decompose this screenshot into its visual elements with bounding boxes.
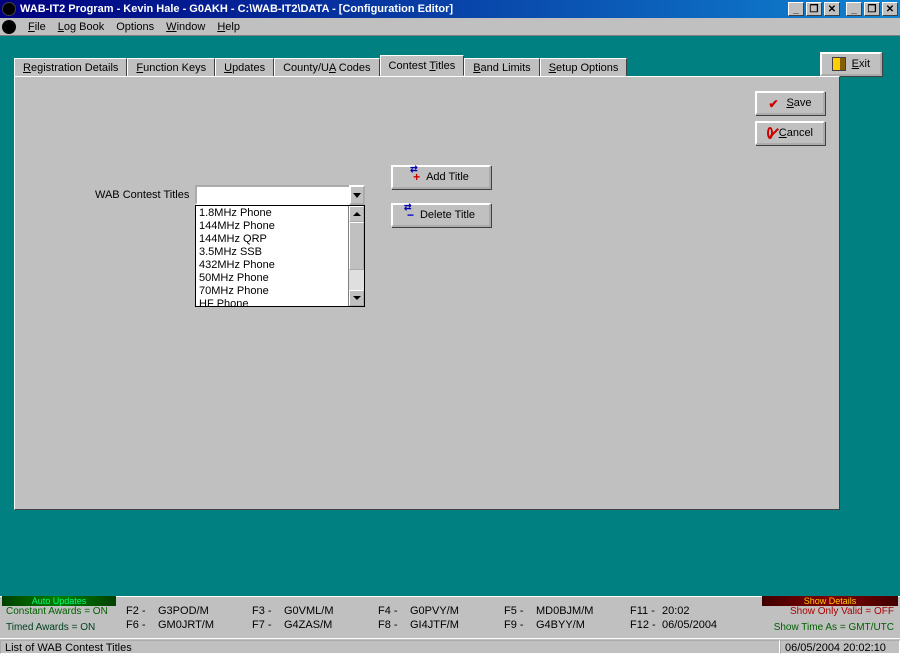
- title-text: WAB-IT2 Program - Kevin Hale - G0AKH - C…: [20, 3, 453, 15]
- dropdown-option[interactable]: 1.8MHz Phone: [197, 207, 347, 220]
- show-only-valid-status: Show Only Valid = OFF: [766, 606, 894, 618]
- status-bar: List of WAB Contest Titles 06/05/2004 20…: [0, 638, 900, 654]
- mdi-close-button[interactable]: ✕: [824, 2, 840, 16]
- scroll-down-button[interactable]: [349, 290, 364, 306]
- dropdown-option[interactable]: 50MHz Phone: [197, 272, 347, 285]
- dropdown-option[interactable]: 144MHz QRP: [197, 233, 347, 246]
- fkey-f2: F2 -G3POD/M: [126, 605, 248, 617]
- door-icon: [832, 57, 846, 71]
- no-entry-icon: [767, 127, 773, 139]
- footer-panel: Auto Updates Constant Awards = ON Timed …: [0, 596, 900, 638]
- fkey-f6: F6 -GM0JRT/M: [126, 619, 248, 631]
- dropdown-option[interactable]: 144MHz Phone: [197, 220, 347, 233]
- exit-button[interactable]: Exit: [820, 52, 882, 76]
- mdi-restore-button[interactable]: ❐: [806, 2, 822, 16]
- add-title-button[interactable]: + Add Title: [391, 165, 491, 189]
- add-icon: +: [413, 170, 420, 184]
- app-window-controls: _ ❐ ✕: [844, 2, 898, 16]
- fkey-f12: F12 -06/05/2004: [630, 619, 752, 631]
- delete-title-button[interactable]: − Delete Title: [391, 203, 491, 227]
- dropdown-option[interactable]: 70MHz Phone: [197, 285, 347, 298]
- fkey-f7: F7 -G4ZAS/M: [252, 619, 374, 631]
- minimize-button[interactable]: _: [846, 2, 862, 16]
- add-title-label: Add Title: [426, 171, 469, 183]
- contest-titles-dropdown: 1.8MHz Phone 144MHz Phone 144MHz QRP 3.5…: [195, 205, 365, 307]
- contest-titles-input[interactable]: [195, 185, 349, 205]
- dropdown-option[interactable]: HF Phone: [197, 298, 347, 307]
- contest-titles-label: WAB Contest Titles: [95, 189, 189, 201]
- show-details-box: Show Details Show Only Valid = OFF Show …: [760, 597, 900, 638]
- scroll-track[interactable]: [349, 222, 364, 290]
- dropdown-scrollbar[interactable]: [348, 206, 364, 306]
- combobox-dropdown-button[interactable]: [349, 185, 365, 205]
- close-button[interactable]: ✕: [882, 2, 898, 16]
- fkey-f4: F4 -G0PVY/M: [378, 605, 500, 617]
- menu-help[interactable]: Help: [211, 19, 246, 35]
- exit-label-rest: xit: [859, 58, 870, 70]
- tab-registration-details[interactable]: Registration Details: [14, 58, 127, 77]
- menu-window[interactable]: Window: [160, 19, 211, 35]
- tab-function-keys[interactable]: Function Keys: [127, 58, 215, 77]
- menu-file[interactable]: File: [22, 19, 52, 35]
- show-time-as-status: Show Time As = GMT/UTC: [766, 622, 894, 634]
- status-datetime: 06/05/2004 20:02:10: [780, 640, 900, 654]
- contest-titles-combobox[interactable]: [195, 185, 365, 205]
- save-button[interactable]: Save: [755, 91, 825, 115]
- show-details-header: Show Details: [762, 596, 898, 606]
- fkey-f3: F3 -G0VML/M: [252, 605, 374, 617]
- app-icon: [2, 2, 16, 16]
- tab-updates[interactable]: Updates: [215, 58, 274, 77]
- status-hint: List of WAB Contest Titles: [0, 640, 780, 654]
- mdi-system-icon[interactable]: [2, 20, 16, 34]
- title-bar: WAB-IT2 Program - Kevin Hale - G0AKH - C…: [0, 0, 900, 18]
- tab-strip: Registration Details Function Keys Updat…: [14, 56, 627, 76]
- fkey-f8: F8 -GI4JTF/M: [378, 619, 500, 631]
- check-icon: [768, 97, 780, 109]
- tab-county-ua-codes[interactable]: County/UA Codes: [274, 58, 379, 77]
- dropdown-option[interactable]: 432MHz Phone: [197, 259, 347, 272]
- dropdown-option[interactable]: 3.5MHz SSB: [197, 246, 347, 259]
- menu-logbook[interactable]: Log Book: [52, 19, 111, 35]
- menu-options[interactable]: Options: [110, 19, 160, 35]
- mdi-window-controls: _ ❐ ✕: [786, 2, 840, 16]
- tab-contest-titles[interactable]: Contest Titles: [380, 55, 465, 76]
- auto-updates-header: Auto Updates: [2, 596, 116, 606]
- timed-awards-status: Timed Awards = ON: [6, 622, 112, 634]
- menu-bar: File Log Book Options Window Help: [0, 18, 900, 36]
- fkey-f11: F11 -20:02: [630, 605, 752, 617]
- delete-icon: −: [407, 208, 414, 222]
- fkey-f5: F5 -MD0BJM/M: [504, 605, 626, 617]
- auto-updates-box: Auto Updates Constant Awards = ON Timed …: [0, 597, 118, 638]
- delete-title-label: Delete Title: [420, 209, 475, 221]
- constant-awards-status: Constant Awards = ON: [6, 606, 112, 618]
- fkey-grid: F2 -G3POD/M F3 -G0VML/M F4 -G0PVY/M F5 -…: [118, 597, 760, 638]
- fkey-f9: F9 -G4BYY/M: [504, 619, 626, 631]
- scroll-thumb[interactable]: [349, 222, 364, 270]
- tab-band-limits[interactable]: Band Limits: [464, 58, 539, 77]
- maximize-button[interactable]: ❐: [864, 2, 880, 16]
- config-panel: Save Cancel WAB Contest Titles 1.8MHz Ph…: [14, 76, 840, 510]
- cancel-button[interactable]: Cancel: [755, 121, 825, 145]
- scroll-up-button[interactable]: [349, 206, 364, 222]
- tab-setup-options[interactable]: Setup Options: [540, 58, 628, 77]
- mdi-minimize-button[interactable]: _: [788, 2, 804, 16]
